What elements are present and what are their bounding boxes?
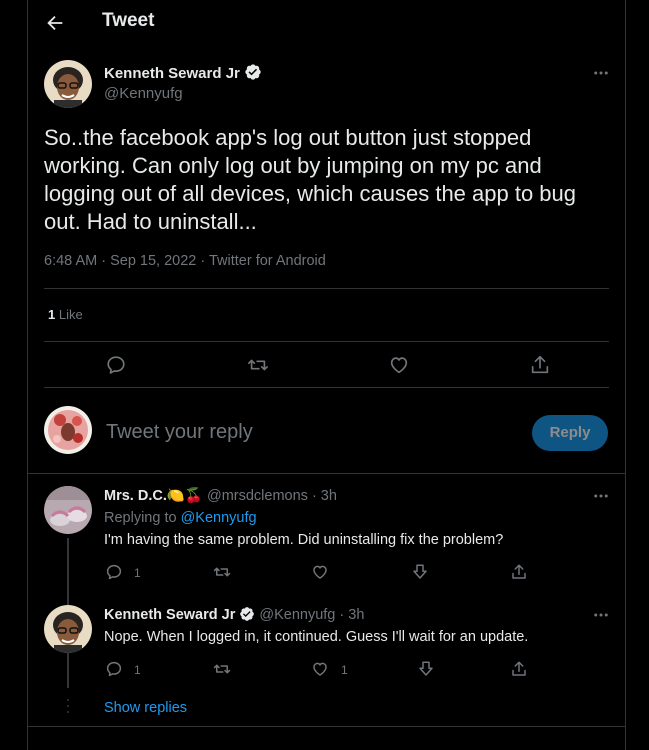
retweet-icon[interactable] — [212, 563, 232, 581]
reply-avatar[interactable] — [44, 605, 92, 653]
divider — [44, 288, 609, 289]
reply-button[interactable]: Reply — [532, 415, 608, 451]
reply-handle-time[interactable]: @Kennyufg · 3h — [259, 607, 364, 623]
thread-dots — [67, 698, 69, 718]
reply-icon[interactable] — [105, 563, 123, 581]
page-title: Tweet — [102, 10, 155, 31]
verified-badge-icon — [244, 63, 262, 81]
retweet-icon[interactable] — [246, 354, 270, 376]
like-icon[interactable] — [311, 563, 329, 581]
like-label: Like — [58, 307, 83, 322]
like-count: 1 — [341, 663, 348, 677]
share-icon[interactable] — [510, 563, 528, 581]
reply-text: Nope. When I logged in, it continued. Gu… — [104, 629, 529, 645]
reply-handle-time[interactable]: @mrsdclemons · 3h — [207, 488, 337, 504]
more-icon[interactable] — [592, 606, 610, 624]
reply-input[interactable]: Tweet your reply — [106, 421, 253, 444]
divider — [28, 473, 625, 474]
reply-author-name[interactable]: Kenneth Seward Jr — [104, 607, 235, 623]
reply-icon[interactable] — [105, 660, 123, 678]
replying-to-link[interactable]: @Kennyufg — [181, 510, 257, 526]
reply-author-name[interactable]: Mrs. D.C. — [104, 488, 167, 504]
share-icon[interactable] — [510, 660, 528, 678]
replying-to-prefix: Replying to — [104, 510, 181, 526]
share-icon[interactable] — [529, 354, 551, 376]
show-replies-link[interactable]: Show replies — [104, 700, 187, 716]
more-icon[interactable] — [592, 64, 610, 82]
like-icon[interactable] — [311, 660, 329, 678]
divider — [28, 726, 625, 727]
author-name[interactable]: Kenneth Seward Jr — [104, 65, 240, 82]
tweet-timestamp[interactable]: 6:48 AM · Sep 15, 2022 · Twitter for And… — [44, 253, 326, 269]
my-avatar[interactable] — [44, 406, 92, 454]
verified-badge-icon — [239, 606, 255, 622]
like-icon[interactable] — [388, 354, 410, 376]
downvote-icon[interactable] — [417, 660, 435, 678]
reply-header: Kenneth Seward Jr @Kennyufg · 3h — [104, 606, 364, 623]
divider — [44, 387, 609, 388]
reply-count: 1 — [134, 663, 141, 677]
downvote-icon[interactable] — [411, 563, 429, 581]
reply-count: 1 — [134, 566, 141, 580]
divider — [44, 341, 609, 342]
retweet-icon[interactable] — [212, 660, 232, 678]
like-count-row[interactable]: 1 Like — [48, 307, 83, 322]
reply-header: Mrs. D.C.🍋🍒 @mrsdclemons · 3h — [104, 487, 337, 504]
tweet-column: Tweet Kenneth Seward Jr @Kennyufg So..th… — [27, 0, 626, 750]
reply-text: I'm having the same problem. Did uninsta… — [104, 532, 504, 548]
reply-avatar[interactable] — [44, 486, 92, 534]
like-count: 1 — [48, 307, 56, 322]
more-icon[interactable] — [592, 487, 610, 505]
reply-icon[interactable] — [105, 354, 127, 376]
back-arrow-icon[interactable] — [44, 12, 66, 34]
author-handle[interactable]: @Kennyufg — [104, 85, 183, 102]
author-name-row: Kenneth Seward Jr — [104, 63, 262, 83]
avatar[interactable] — [44, 60, 92, 108]
replying-to: Replying to @Kennyufg — [104, 510, 257, 526]
tweet-text: So..the facebook app's log out button ju… — [44, 125, 577, 234]
reply-author-emoji: 🍋🍒 — [166, 488, 203, 504]
